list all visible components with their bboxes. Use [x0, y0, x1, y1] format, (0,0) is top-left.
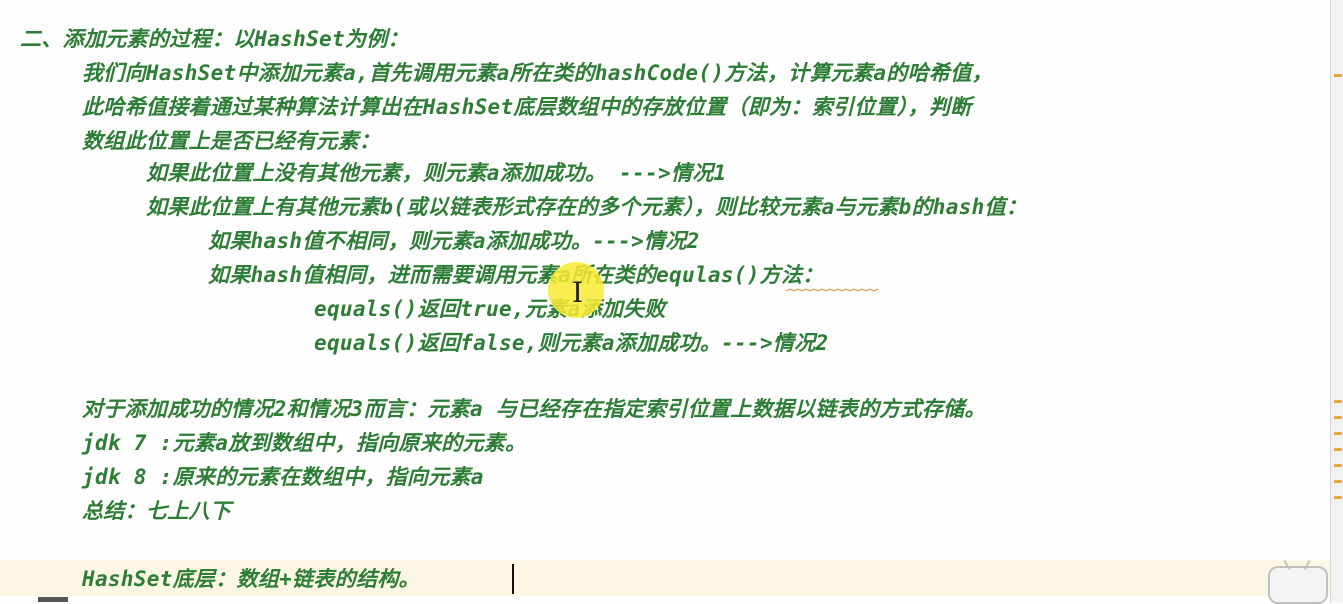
comment-line-10: equals()返回false,则元素a添加成功。--->情况2: [314, 331, 829, 355]
text-caret: [512, 564, 514, 594]
bottom-tab-indicator: [38, 597, 68, 602]
code-editor[interactable]: 二、添加元素的过程：以HashSet为例： 我们向HashSet中添加元素a,首…: [0, 0, 1330, 602]
comment-line-8: 如果hash值相同，进而需要调用元素a所在类的equlas()方法：: [208, 263, 824, 287]
bilibili-tv-icon: [1268, 566, 1328, 604]
comment-line-12: jdk 7 :元素a放到数组中，指向原来的元素。: [82, 431, 527, 455]
comment-line-13: jdk 8 :原来的元素在数组中，指向元素a: [82, 465, 484, 489]
comment-line-1: 二、添加元素的过程：以HashSet为例：: [20, 27, 409, 51]
comment-line-14: 总结：七上八下: [82, 499, 232, 523]
comment-line-7: 如果hash值不相同，则元素a添加成功。--->情况2: [208, 229, 700, 253]
ruler-marker[interactable]: [1334, 496, 1342, 499]
ruler-marker[interactable]: [1334, 400, 1342, 403]
ruler-marker[interactable]: [1334, 480, 1342, 483]
ruler-marker[interactable]: [1334, 448, 1342, 451]
comment-line-5: 如果此位置上没有其他元素，则元素a添加成功。 --->情况1: [146, 161, 727, 185]
comment-line-11: 对于添加成功的情况2和情况3而言：元素a 与已经存在指定索引位置上数据以链表的方…: [82, 397, 986, 421]
editor-scrollbar[interactable]: [1330, 0, 1343, 602]
ruler-marker[interactable]: [1334, 74, 1342, 77]
comment-line-6: 如果此位置上有其他元素b(或以链表形式存在的多个元素），则比较元素a与元素b的h…: [146, 195, 1028, 219]
comment-line-9: equals()返回true,元素a添加失败: [314, 297, 666, 321]
spellcheck-squiggle: [786, 288, 879, 292]
text-cursor-icon: I: [572, 276, 584, 309]
comment-line-4: 数组此位置上是否已经有元素：: [82, 129, 381, 153]
ruler-marker[interactable]: [1334, 432, 1342, 435]
comment-line-3: 此哈希值接着通过某种算法计算出在HashSet底层数组中的存放位置（即为：索引位…: [82, 95, 972, 119]
ruler-marker[interactable]: [1334, 416, 1342, 419]
comment-line-15: HashSet底层：数组+链表的结构。: [82, 567, 420, 591]
ruler-marker[interactable]: [1334, 464, 1342, 467]
comment-line-2: 我们向HashSet中添加元素a,首先调用元素a所在类的hashCode()方法…: [82, 61, 993, 85]
